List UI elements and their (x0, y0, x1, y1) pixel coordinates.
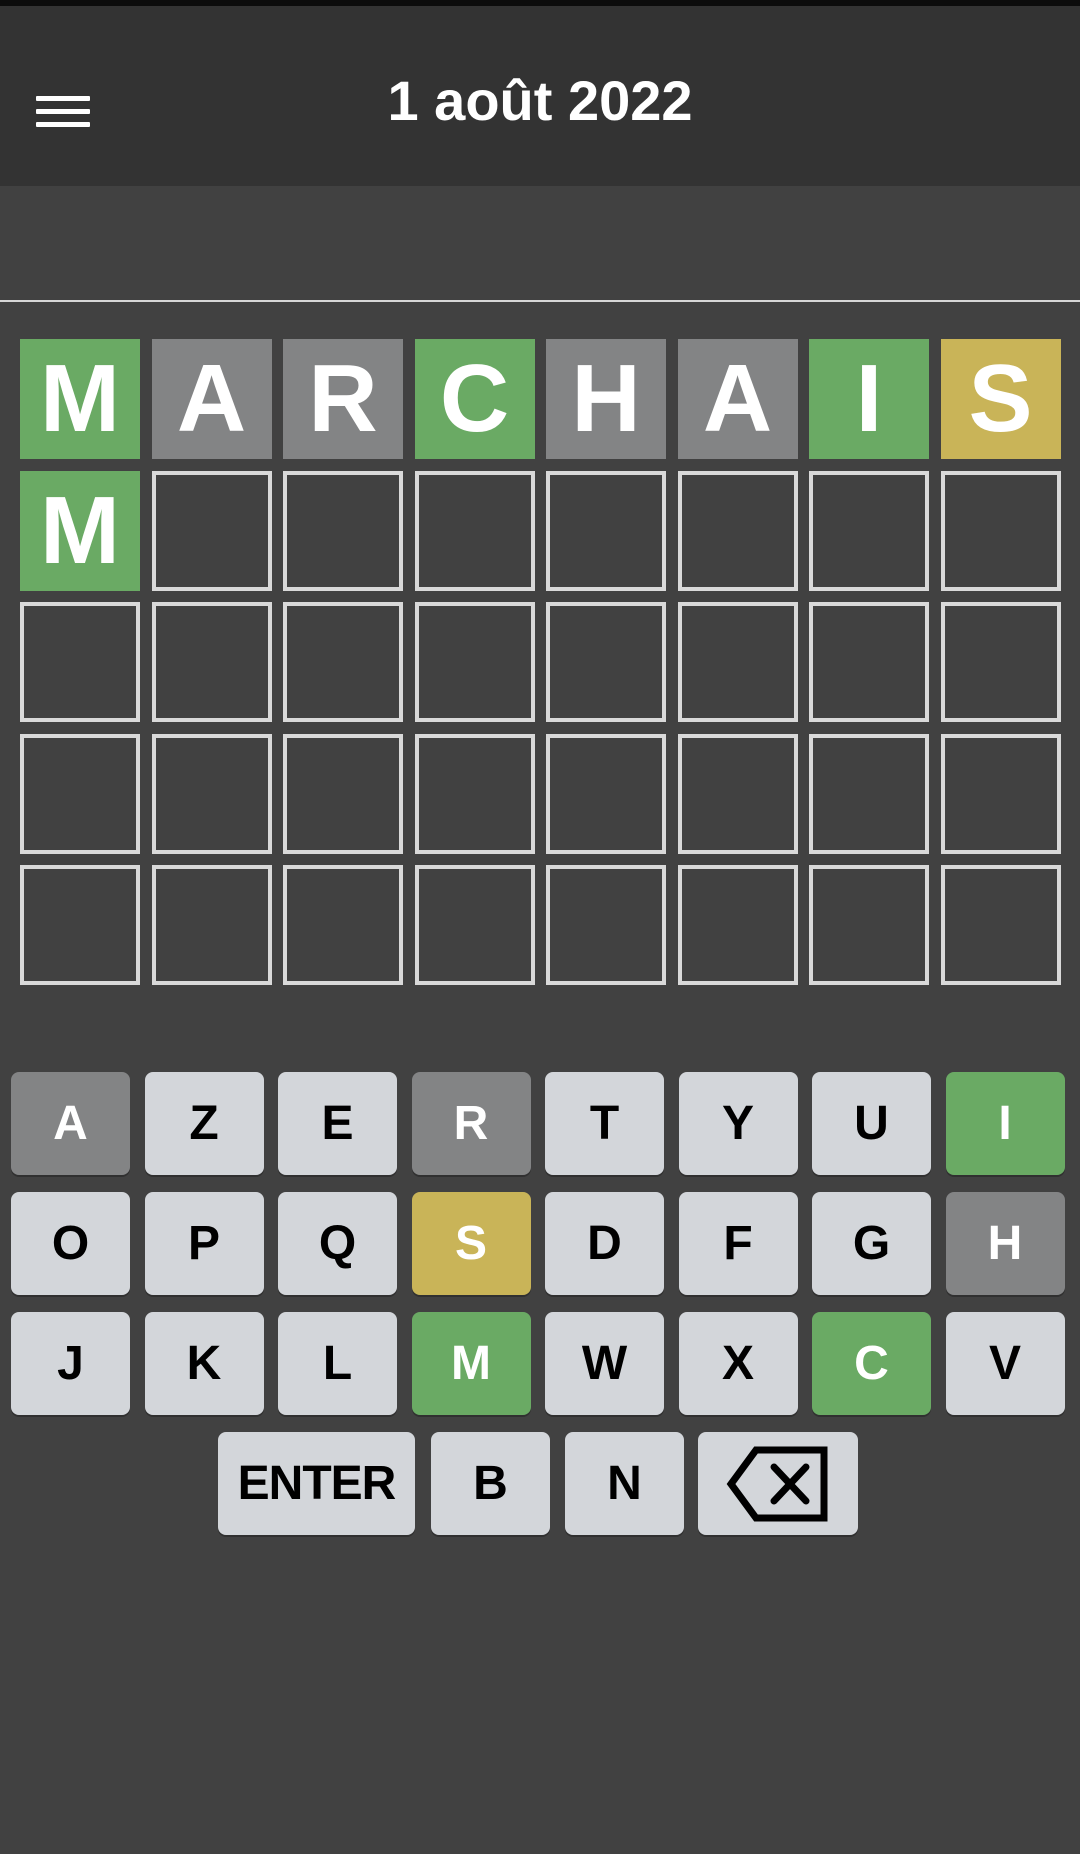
board-tile (809, 602, 929, 722)
key-w[interactable]: W (545, 1312, 664, 1415)
key-p[interactable]: P (144, 1192, 264, 1295)
key-m[interactable]: M (411, 1312, 531, 1415)
backspace-icon (726, 1446, 828, 1521)
key-u[interactable]: U (812, 1072, 931, 1175)
board-divider (0, 300, 1080, 302)
board-tile: H (546, 339, 666, 459)
key-k[interactable]: K (144, 1312, 264, 1415)
board-tile (809, 470, 929, 591)
board-tile (940, 865, 1061, 985)
key-s[interactable]: S (411, 1192, 531, 1295)
key-f[interactable]: F (678, 1192, 798, 1295)
key-y[interactable]: Y (678, 1072, 798, 1175)
board-tile (20, 733, 140, 854)
board-tile (283, 470, 403, 591)
board-tile (546, 602, 666, 722)
board-tile: C (414, 339, 535, 459)
board-tile (151, 470, 272, 591)
key-z[interactable]: Z (144, 1072, 264, 1175)
board-tile (677, 470, 798, 591)
board-tile (677, 733, 798, 854)
key-n[interactable]: N (565, 1432, 684, 1535)
board-tile (20, 865, 140, 985)
board-tile: R (283, 339, 403, 459)
board-tile (809, 733, 929, 854)
key-a[interactable]: A (11, 1072, 130, 1175)
board-tile: A (151, 339, 272, 459)
board-tile (809, 865, 929, 985)
board-tile: S (940, 339, 1061, 459)
key-e[interactable]: E (278, 1072, 397, 1175)
key-i[interactable]: I (945, 1072, 1065, 1175)
key-h[interactable]: H (945, 1192, 1065, 1295)
board-tile (414, 733, 535, 854)
key-d[interactable]: D (545, 1192, 664, 1295)
key-t[interactable]: T (545, 1072, 664, 1175)
board-tile: I (809, 339, 929, 459)
key-c[interactable]: C (812, 1312, 931, 1415)
page-title: 1 août 2022 (387, 69, 693, 132)
board-tile (151, 865, 272, 985)
board-tile (414, 865, 535, 985)
key-l[interactable]: L (278, 1312, 397, 1415)
board-tile: M (20, 470, 140, 591)
key-j[interactable]: J (11, 1312, 130, 1415)
app-header: 1 août 2022 (0, 6, 1080, 186)
board-tile (151, 733, 272, 854)
backspace-key[interactable] (698, 1432, 858, 1535)
board-tile (677, 865, 798, 985)
board-tile: A (677, 339, 798, 459)
board-tile (940, 602, 1061, 722)
board-tile (414, 602, 535, 722)
board-tile (414, 470, 535, 591)
board-tile: M (20, 339, 140, 459)
enter-key[interactable]: ENTER (218, 1432, 415, 1535)
board-tile (20, 602, 140, 722)
key-g[interactable]: G (812, 1192, 931, 1295)
board-tile (677, 602, 798, 722)
board-tile (546, 470, 666, 591)
board-tile (283, 602, 403, 722)
board-tile (940, 470, 1061, 591)
key-q[interactable]: Q (278, 1192, 397, 1295)
key-r[interactable]: R (411, 1072, 531, 1175)
board-tile (151, 602, 272, 722)
board-tile (546, 865, 666, 985)
key-v[interactable]: V (945, 1312, 1065, 1415)
board-tile (283, 733, 403, 854)
key-o[interactable]: O (11, 1192, 130, 1295)
board-tile (940, 733, 1061, 854)
board-tile (546, 733, 666, 854)
key-x[interactable]: X (678, 1312, 798, 1415)
key-b[interactable]: B (431, 1432, 550, 1535)
board-tile (283, 865, 403, 985)
